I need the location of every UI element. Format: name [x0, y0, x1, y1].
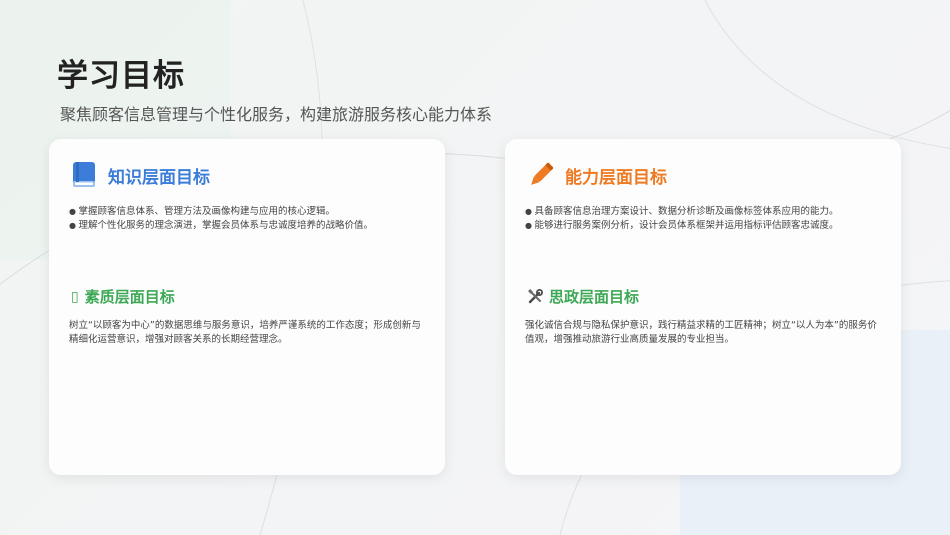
- book-icon: [71, 161, 97, 189]
- knowledge-bullet-1: 掌握顾客信息体系、管理方法及画像构建与应用的核心逻辑。: [69, 205, 425, 219]
- left-card: 知识层面目标 掌握顾客信息体系、管理方法及画像构建与应用的核心逻辑。 理解个性化…: [49, 139, 445, 475]
- ability-bullets: 具备顾客信息治理方案设计、数据分析诊断及画像标签体系应用的能力。 能够进行服务案…: [525, 205, 881, 233]
- ability-title: 能力层面目标: [565, 167, 667, 188]
- knowledge-bullets: 掌握顾客信息体系、管理方法及画像构建与应用的核心逻辑。 理解个性化服务的理念演进…: [69, 205, 425, 233]
- ability-bullet-1: 具备顾客信息治理方案设计、数据分析诊断及画像标签体系应用的能力。: [525, 205, 881, 219]
- quality-text: 树立“以顾客为中心”的数据思维与服务意识，培养严谨系统的工作态度；形成创新与精细…: [69, 320, 421, 345]
- knowledge-bullet-2: 理解个性化服务的理念演进，掌握会员体系与忠诚度培养的战略价值。: [69, 219, 425, 233]
- tools-icon: [527, 288, 543, 305]
- ideology-heading: 思政层面目标: [527, 286, 639, 307]
- ideology-title: 思政层面目标: [549, 288, 640, 306]
- knowledge-heading: 知识层面目标: [71, 161, 210, 189]
- page-subtitle: 聚焦顾客信息管理与个性化服务，构建旅游服务核心能力体系: [60, 105, 493, 124]
- page-title: 学习目标: [57, 58, 185, 94]
- ideology-text: 强化诚信合规与隐私保护意识，践行精益求精的工匠精神；树立“以人为本”的服务价值观…: [525, 320, 877, 345]
- ability-heading: 能力层面目标: [527, 161, 667, 189]
- quality-heading: ▯ 素质层面目标: [71, 286, 175, 307]
- right-card: 能力层面目标 具备顾客信息治理方案设计、数据分析诊断及画像标签体系应用的能力。 …: [505, 139, 901, 475]
- ability-bullet-2: 能够进行服务案例分析，设计会员体系框架并运用指标评估顾客忠诚度。: [525, 219, 881, 233]
- pencil-icon: [527, 161, 555, 189]
- ideology-text-block: 强化诚信合规与隐私保护意识，践行精益求精的工匠精神；树立“以人为本”的服务价值观…: [525, 319, 881, 347]
- knowledge-title: 知识层面目标: [108, 167, 210, 188]
- quality-title: 素质层面目标: [84, 288, 175, 306]
- quality-text-block: 树立“以顾客为中心”的数据思维与服务意识，培养严谨系统的工作态度；形成创新与精细…: [69, 319, 425, 347]
- missing-glyph-icon: ▯: [71, 288, 79, 305]
